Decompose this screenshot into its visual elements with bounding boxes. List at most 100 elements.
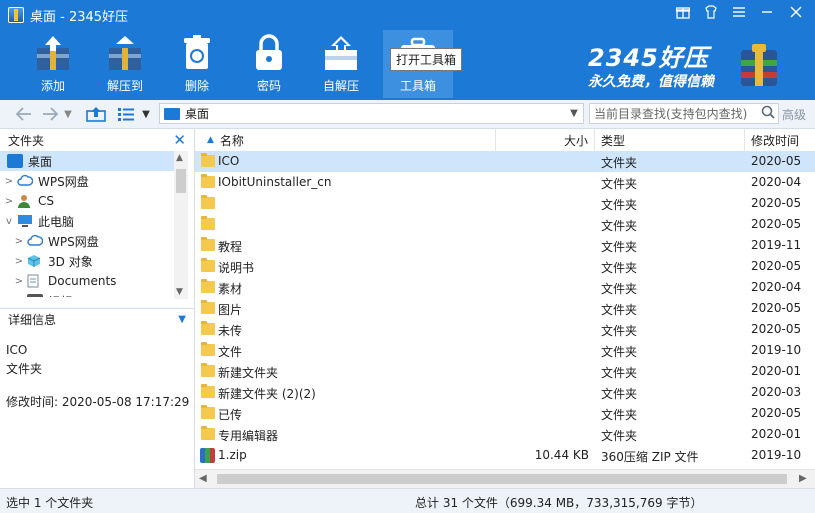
detail-name: ICO — [6, 343, 28, 357]
collapse-icon[interactable]: v — [4, 216, 14, 227]
extract-to-button[interactable]: 解压到 — [90, 30, 160, 98]
address-bar[interactable]: 桌面 ▼ — [159, 103, 584, 124]
file-name: IObitUninstaller_cn — [218, 175, 332, 189]
file-type: 文件夹 — [601, 408, 638, 422]
file-row[interactable]: 文件 文件夹 2019-10 — [195, 340, 815, 361]
menu-icon[interactable] — [724, 0, 754, 24]
tree-scroll-thumb[interactable] — [176, 169, 186, 193]
tree-item-wps-cloud[interactable]: > WPS网盘 — [0, 171, 174, 191]
detail-header[interactable]: 详细信息 ▼ — [0, 308, 194, 330]
app-icon — [8, 7, 24, 23]
file-date: 2020-05 — [751, 301, 802, 315]
delete-button[interactable]: 删除 — [162, 30, 232, 98]
scroll-left-icon[interactable]: ◀ — [199, 473, 207, 484]
back-button[interactable] — [14, 104, 34, 124]
file-list: ▲ 名称 大小 类型 修改时间 ICO 文件夹 2020-05 IObitUni… — [195, 129, 815, 488]
scroll-right-icon[interactable]: ▶ — [799, 473, 807, 484]
expand-icon[interactable]: > — [4, 196, 14, 207]
skin-icon[interactable] — [696, 0, 726, 24]
file-row[interactable]: 图片 文件夹 2020-05 — [195, 298, 815, 319]
minimize-icon[interactable] — [752, 0, 782, 24]
column-date[interactable]: 修改时间 — [745, 129, 815, 151]
horizontal-scrollbar[interactable]: ◀ ▶ — [195, 469, 815, 488]
title-bar: 桌面 - 2345好压 — [8, 5, 128, 25]
expand-icon[interactable]: > — [14, 236, 24, 247]
column-type-label: 类型 — [601, 133, 626, 148]
expand-icon[interactable]: > — [14, 256, 24, 267]
file-type: 文件夹 — [601, 156, 638, 170]
folder-icon — [201, 300, 215, 314]
file-row[interactable]: 说明书 文件夹 2020-05 — [195, 256, 815, 277]
self-extract-button[interactable]: 自解压 — [306, 30, 376, 98]
folder-icon — [201, 279, 215, 293]
forward-button[interactable] — [40, 104, 60, 124]
file-date: 2020-03 — [751, 385, 802, 399]
detail-type: 文件夹 — [6, 362, 43, 376]
left-panel: 文件夹 ✕ 桌面 > WPS网盘 > CS v 此电脑 > WPS网盘 > 3D… — [0, 129, 195, 488]
tree-item-video[interactable]: > 视频 — [0, 291, 174, 297]
navigation-bar: ▼ ▼ 桌面 ▼ 高级 — [0, 100, 815, 129]
history-dropdown-icon[interactable]: ▼ — [63, 104, 73, 124]
advanced-search-link[interactable]: 高级 — [782, 106, 806, 123]
file-rows: ICO 文件夹 2020-05 IObitUninstaller_cn 文件夹 … — [195, 151, 815, 468]
file-row[interactable]: 已传 文件夹 2020-05 — [195, 403, 815, 424]
file-date: 2019-10 — [751, 343, 802, 357]
tree-item-3d-objects[interactable]: > 3D 对象 — [0, 251, 174, 271]
up-folder-button[interactable] — [86, 104, 106, 124]
folder-icon — [201, 405, 215, 419]
file-type: 360压缩 ZIP 文件 — [601, 450, 699, 464]
close-icon[interactable] — [781, 0, 811, 24]
expand-icon[interactable]: > — [4, 176, 14, 187]
file-name: 文件 — [218, 345, 243, 359]
file-type: 文件夹 — [601, 177, 638, 191]
horizontal-scroll-thumb[interactable] — [217, 474, 787, 484]
file-row[interactable]: 专用编辑器 文件夹 2020-01 — [195, 424, 815, 445]
extract-to-label: 解压到 — [106, 79, 143, 93]
folder-tree: 桌面 > WPS网盘 > CS v 此电脑 > WPS网盘 > 3D 对象 > … — [0, 151, 174, 297]
column-name[interactable]: ▲ 名称 — [195, 129, 496, 151]
file-type: 文件夹 — [601, 219, 638, 233]
file-row[interactable]: 文件夹 2020-05 — [195, 214, 815, 235]
search-icon[interactable] — [758, 105, 778, 123]
file-name: 说明书 — [218, 261, 255, 275]
tree-item-wps-cloud-sub[interactable]: > WPS网盘 — [0, 231, 174, 251]
self-extract-icon — [321, 33, 361, 73]
file-row[interactable]: 素材 文件夹 2020-04 — [195, 277, 815, 298]
file-row[interactable]: 新建文件夹 文件夹 2020-01 — [195, 361, 815, 382]
file-row[interactable]: 文件夹 2020-05 — [195, 193, 815, 214]
tree-item-cs[interactable]: > CS — [0, 191, 174, 211]
close-panel-icon[interactable]: ✕ — [173, 131, 186, 149]
file-row[interactable]: 1.zip 10.44 KB 360压缩 ZIP 文件 2019-10 — [195, 445, 815, 466]
file-name: 图片 — [218, 303, 243, 317]
file-row[interactable]: 新建文件夹 (2)(2) 文件夹 2020-03 — [195, 382, 815, 403]
file-type: 文件夹 — [601, 261, 638, 275]
collapse-detail-icon[interactable]: ▼ — [178, 314, 186, 325]
password-button[interactable]: 密码 — [234, 30, 304, 98]
file-type: 文件夹 — [601, 303, 638, 317]
address-dropdown-icon[interactable]: ▼ — [565, 108, 583, 119]
file-row[interactable]: 未传 文件夹 2020-05 — [195, 319, 815, 340]
scroll-down-icon[interactable]: ▼ — [176, 287, 183, 297]
expand-icon[interactable]: > — [14, 276, 24, 287]
extract-to-icon — [105, 33, 145, 73]
column-type[interactable]: 类型 — [595, 129, 745, 151]
file-row[interactable]: ICO 文件夹 2020-05 — [195, 151, 815, 172]
column-size[interactable]: 大小 — [496, 129, 595, 151]
view-dropdown-icon[interactable]: ▼ — [140, 104, 152, 124]
scroll-up-icon[interactable]: ▲ — [176, 153, 183, 163]
address-text: 桌面 — [185, 107, 210, 121]
add-button[interactable]: 添加 — [18, 30, 88, 98]
tree-item-documents[interactable]: > Documents — [0, 271, 174, 291]
file-row[interactable]: 教程 文件夹 2019-11 — [195, 235, 815, 256]
tree-item-this-pc[interactable]: v 此电脑 — [0, 211, 174, 231]
folder-icon — [201, 342, 215, 356]
folder-icon — [201, 258, 215, 272]
file-row[interactable]: IObitUninstaller_cn 文件夹 2020-04 — [195, 172, 815, 193]
gift-icon[interactable] — [668, 0, 698, 24]
tree-item-desktop[interactable]: 桌面 — [0, 151, 174, 171]
brand-slogan: 永久免费，值得信赖 — [588, 74, 714, 90]
file-name: 新建文件夹 (2)(2) — [218, 387, 316, 401]
view-list-icon[interactable] — [116, 104, 136, 124]
search-input[interactable] — [590, 105, 758, 122]
expand-icon[interactable]: > — [14, 296, 24, 298]
